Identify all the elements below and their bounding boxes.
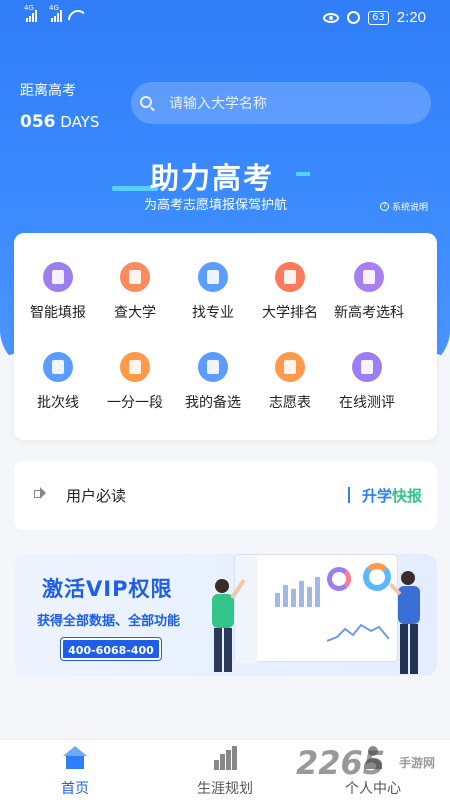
grid-item-7[interactable]: 我的备选 [171,352,255,412]
grid-item-label: 找专业 [192,305,234,321]
alarm-icon [347,11,361,24]
vip-title: 激活VIP权限 [42,577,173,601]
notice-divider [348,487,350,503]
assessment-icon [352,352,382,382]
function-grid-card: 智能填报 查大学 找专业 大学排名 新高考选科 批次线 一分一段 我的备选 志愿表 在线测评 [14,233,437,440]
document-icon [275,352,305,382]
university-icon [120,262,150,292]
smart-fill-icon [43,262,73,292]
grid-item-8[interactable]: 志愿表 [248,352,332,412]
vip-banner[interactable]: 激活VIP权限 获得全部数据、全部功能 400-6068-400 [14,554,437,676]
help-icon: ? [379,202,389,211]
home-icon [62,746,88,770]
dashboard-illustration [234,554,398,663]
notice-bar[interactable]: 用户必读 升学快报 [14,461,437,530]
new-badge-icon [354,262,384,292]
vip-subtitle: 获得全部数据、全部功能 [37,614,181,629]
slogan-decoration-2 [296,172,310,176]
university-search-input[interactable]: 请输入大学名称 [131,82,431,124]
status-time: 2:20 [396,9,426,26]
eye-icon [323,12,340,23]
system-help-link[interactable]: ? 系统说明 [379,200,428,213]
notice-text: 用户必读 [66,487,127,505]
exam-countdown: 距离高考 056 DAYS [20,80,99,132]
person-illustration [212,578,246,672]
search-icon [140,96,152,108]
notice-brand[interactable]: 升学快报 [362,485,422,506]
slogan-subtitle: 为高考志愿填报保驾护航 [144,198,288,213]
countdown-label: 距离高考 [20,83,76,99]
book-icon [198,262,228,292]
batch-line-icon [43,352,73,382]
system-help-label: 系统说明 [391,203,428,213]
grid-item-label: 一分一段 [107,395,163,411]
grid-item-2[interactable]: 找专业 [171,262,255,322]
search-placeholder: 请输入大学名称 [169,96,267,112]
grid-item-6[interactable]: 一分一段 [93,352,177,412]
layers-icon [120,352,150,382]
cell-signal-icon: 4G [24,4,37,22]
cell-signal-icon-2: 4G [49,4,62,22]
grid-item-label: 我的备选 [185,395,241,411]
status-bar: 4G 4G 63 2:20 [0,0,450,36]
grid-item-label: 智能填报 [30,305,86,321]
countdown-unit: DAYS [60,113,100,131]
grid-item-label: 新高考选科 [334,305,404,321]
envelope-icon [198,352,228,382]
tab-home-label: 首页 [61,781,89,797]
vip-phone: 400-6068-400 [61,638,161,660]
wifi-icon [68,10,84,22]
grid-item-label: 查大学 [114,305,156,321]
grid-item-label: 志愿表 [269,395,311,411]
countdown-number: 056 [20,112,56,132]
grid-item-label: 批次线 [37,395,79,411]
site-watermark: 2265 手游网 [296,744,436,782]
tab-career-label: 生涯规划 [197,781,253,797]
grid-item-0[interactable]: 智能填报 [16,262,100,322]
person-illustration-2 [390,571,420,674]
grid-item-5[interactable]: 批次线 [16,352,100,412]
grid-item-label: 在线测评 [339,395,395,411]
grid-item-9[interactable]: 在线测评 [325,352,409,412]
bar-chart-icon [212,746,238,770]
tab-career-planning[interactable]: 生涯规划 [165,746,285,798]
ranking-icon [275,262,305,292]
battery-indicator: 63 [368,10,389,25]
grid-item-4[interactable]: 新高考选科 [319,262,419,322]
slogan-title: 助力高考 [150,161,275,195]
speaker-icon [34,487,46,499]
grid-item-1[interactable]: 查大学 [93,262,177,322]
tab-home[interactable]: 首页 [15,746,135,798]
